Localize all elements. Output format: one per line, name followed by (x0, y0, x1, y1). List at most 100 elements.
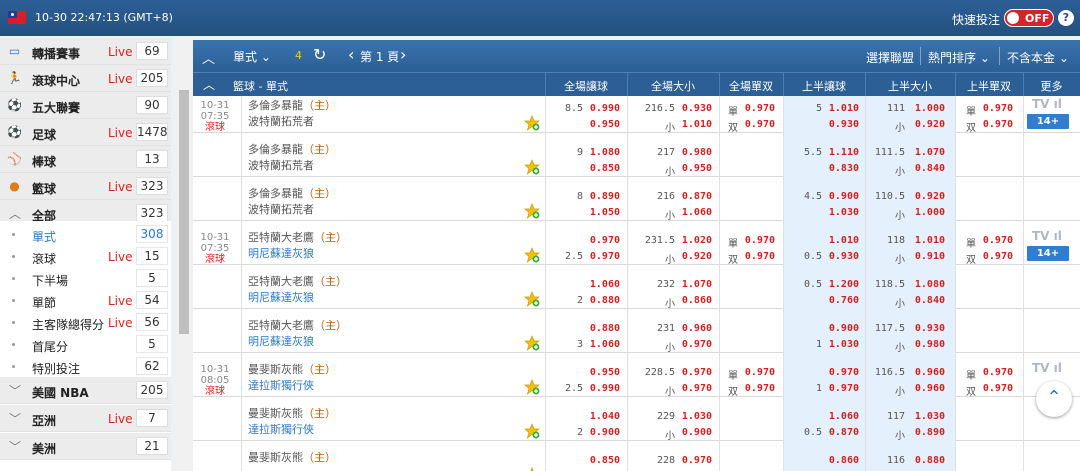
sidebar-item-sport[interactable]: ▭ 轉播賽事 Live 69 (0, 38, 171, 65)
sidebar-item-sport[interactable]: ⚾ 棒球 13 (0, 146, 171, 173)
odds-value[interactable]: 1.060 (682, 207, 712, 218)
odds-value[interactable]: 0.900 (829, 323, 859, 334)
odds-value[interactable]: 1.000 (915, 103, 945, 114)
odds-value[interactable]: 0.970 (983, 251, 1013, 262)
odds-value[interactable]: 0.960 (915, 367, 945, 378)
odds-value[interactable]: 0.970 (682, 367, 712, 378)
favorite-star-icon[interactable] (524, 467, 540, 471)
sidebar-item-league[interactable]: ﹀ 亞洲 Live 7 (0, 405, 171, 432)
favorite-star-icon[interactable] (524, 159, 540, 175)
odds-value[interactable]: 0.950 (590, 367, 620, 378)
odds-value[interactable]: 0.970 (745, 251, 775, 262)
more-bets-button[interactable]: 14+ (1027, 114, 1069, 129)
odds-value[interactable]: 0.890 (915, 427, 945, 438)
odds-value[interactable]: 0.860 (682, 295, 712, 306)
odds-value[interactable]: 1.060 (590, 279, 620, 290)
odds-value[interactable]: 1.080 (590, 147, 620, 158)
favorite-star-icon[interactable] (524, 203, 540, 219)
help-button[interactable]: ? (1058, 10, 1074, 26)
tv-icon[interactable]: TV ıl (1032, 97, 1062, 111)
sidebar-item-sport[interactable]: ● 籃球 Live 323 (0, 173, 171, 200)
odds-value[interactable]: 0.920 (682, 251, 712, 262)
odds-value[interactable]: 1.110 (829, 147, 859, 158)
popular-sort-dropdown[interactable]: 熱門排序 ⌄ (928, 49, 990, 66)
odds-value[interactable]: 1.060 (590, 339, 620, 350)
sidebar-item-sport[interactable]: ⚽ 五大聯賽 90 (0, 92, 171, 119)
odds-value[interactable]: 0.930 (829, 251, 859, 262)
odds-value[interactable]: 1.000 (915, 207, 945, 218)
odds-value[interactable]: 1.030 (915, 411, 945, 422)
odds-value[interactable]: 0.930 (829, 119, 859, 130)
odds-value[interactable]: 0.850 (590, 163, 620, 174)
more-bets-button[interactable]: 14+ (1027, 246, 1069, 261)
odds-value[interactable]: 0.970 (682, 383, 712, 394)
refresh-icon[interactable]: ↻ (313, 45, 326, 64)
next-page-icon[interactable]: › (400, 45, 406, 64)
odds-value[interactable]: 0.970 (745, 383, 775, 394)
odds-value[interactable]: 0.970 (682, 339, 712, 350)
odds-value[interactable]: 1.030 (829, 207, 859, 218)
odds-value[interactable]: 0.930 (915, 323, 945, 334)
prev-page-icon[interactable]: ‹ (348, 45, 354, 64)
odds-value[interactable]: 1.070 (915, 147, 945, 158)
odds-value[interactable]: 0.880 (590, 295, 620, 306)
odds-value[interactable]: 0.900 (590, 427, 620, 438)
odds-value[interactable]: 0.980 (682, 147, 712, 158)
select-league-button[interactable]: 選擇聯盟 (866, 49, 914, 66)
odds-value[interactable]: 0.920 (915, 119, 945, 130)
tv-icon[interactable]: TV ıl (1032, 229, 1062, 243)
odds-value[interactable]: 0.970 (590, 251, 620, 262)
odds-value[interactable]: 1.030 (829, 339, 859, 350)
odds-value[interactable]: 0.980 (915, 339, 945, 350)
odds-value[interactable]: 0.970 (590, 235, 620, 246)
odds-value[interactable]: 1.060 (829, 411, 859, 422)
odds-value[interactable]: 0.960 (682, 323, 712, 334)
odds-value[interactable]: 0.970 (745, 367, 775, 378)
scrollbar-thumb[interactable] (179, 90, 189, 334)
odds-value[interactable]: 1.080 (915, 279, 945, 290)
odds-value[interactable]: 1.200 (829, 279, 859, 290)
odds-value[interactable]: 0.970 (745, 119, 775, 130)
page-indicator[interactable]: 第 1 頁 (360, 48, 399, 65)
odds-value[interactable]: 0.930 (682, 103, 712, 114)
odds-value[interactable]: 1.010 (682, 119, 712, 130)
favorite-star-icon[interactable] (524, 247, 540, 263)
favorite-star-icon[interactable] (524, 291, 540, 307)
odds-value[interactable]: 0.970 (983, 383, 1013, 394)
tv-icon[interactable]: TV ıl (1032, 361, 1062, 375)
odds-value[interactable]: 0.860 (829, 455, 859, 466)
odds-value[interactable]: 0.890 (590, 191, 620, 202)
odds-value[interactable]: 0.970 (829, 367, 859, 378)
odds-value[interactable]: 1.050 (590, 207, 620, 218)
odds-value[interactable]: 0.910 (915, 251, 945, 262)
collapse-up-icon[interactable]: ︿ (202, 48, 215, 67)
odds-value[interactable]: 0.970 (745, 103, 775, 114)
quick-bet-toggle[interactable]: OFF (1004, 9, 1054, 27)
odds-value[interactable]: 0.920 (915, 191, 945, 202)
odds-value[interactable]: 0.870 (682, 191, 712, 202)
favorite-star-icon[interactable] (524, 335, 540, 351)
odds-value[interactable]: 0.900 (682, 427, 712, 438)
odds-value[interactable]: 0.840 (915, 295, 945, 306)
odds-value[interactable]: 0.840 (915, 163, 945, 174)
odds-value[interactable]: 0.950 (682, 163, 712, 174)
favorite-star-icon[interactable] (524, 115, 540, 131)
favorite-star-icon[interactable] (524, 379, 540, 395)
odds-value[interactable]: 0.960 (915, 383, 945, 394)
odds-value[interactable]: 1.010 (829, 103, 859, 114)
odds-value[interactable]: 0.970 (682, 455, 712, 466)
mode-select[interactable]: 單式 ⌄ (233, 48, 271, 65)
collapse-up-icon[interactable]: ︿ (203, 76, 215, 93)
odds-value[interactable]: 0.970 (983, 119, 1013, 130)
back-to-top-button[interactable]: ⌃ (1036, 381, 1072, 417)
odds-value[interactable]: 0.900 (829, 191, 859, 202)
odds-value[interactable]: 1.040 (590, 411, 620, 422)
odds-value[interactable]: 0.970 (983, 235, 1013, 246)
odds-value[interactable]: 0.880 (915, 455, 945, 466)
odds-value[interactable]: 0.990 (590, 103, 620, 114)
sidebar-item-sport[interactable]: ⚽ 足球 Live 1478 (0, 119, 171, 146)
odds-value[interactable]: 0.970 (829, 383, 859, 394)
odds-value[interactable]: 0.880 (590, 323, 620, 334)
odds-value[interactable]: 0.870 (829, 427, 859, 438)
odds-value[interactable]: 0.970 (983, 367, 1013, 378)
